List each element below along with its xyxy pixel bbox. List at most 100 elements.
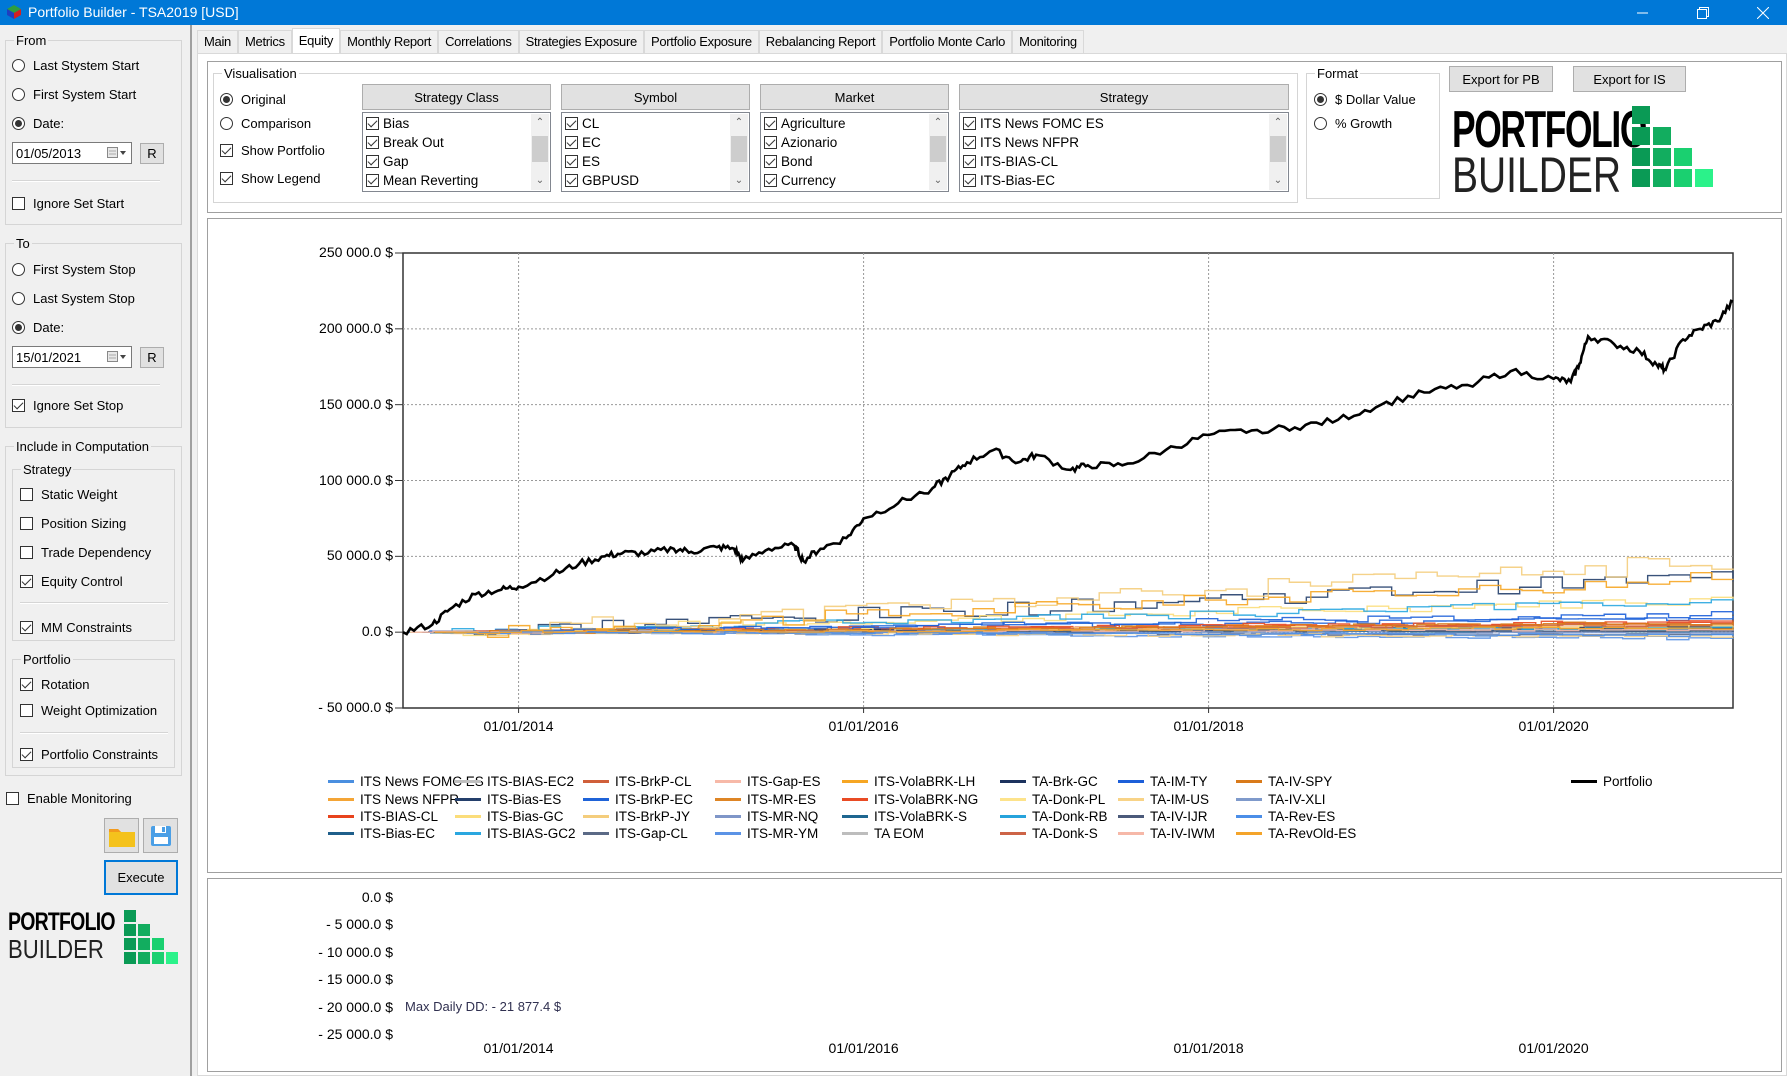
legend-item: TA-Donk-PL xyxy=(1000,792,1105,807)
legend-label: Portfolio xyxy=(1603,774,1653,789)
drawdown-y-tick-label: - 5 000.0 $ xyxy=(326,916,393,933)
drawdown-y-tick-label: - 15 000.0 $ xyxy=(318,971,393,988)
legend-item: ITS-BrkP-EC xyxy=(583,792,693,807)
legend-item: ITS-MR-ES xyxy=(715,792,816,807)
legend-swatch xyxy=(328,798,354,801)
legend-item: TA-IM-TY xyxy=(1118,774,1208,789)
legend-label: TA-IV-SPY xyxy=(1268,774,1333,789)
legend-label: ITS-MR-YM xyxy=(747,826,819,841)
legend-swatch xyxy=(1571,780,1597,783)
drawdown-x-tick-label: 01/01/2014 xyxy=(483,1040,554,1056)
legend-label: TA-Donk-S xyxy=(1032,826,1098,841)
legend-swatch xyxy=(455,780,481,783)
legend-item: ITS News NFPR xyxy=(328,792,459,807)
equity-x-tick-label: 01/01/2016 xyxy=(828,718,899,734)
legend-label: ITS-VolaBRK-S xyxy=(874,809,968,824)
equity-y-tick-label: 150 000.0 $ xyxy=(319,395,393,412)
legend-label: ITS-Gap-ES xyxy=(747,774,821,789)
max-daily-dd-annotation: Max Daily DD: - 21 877.4 $ xyxy=(405,999,562,1014)
equity-x-tick-label: 01/01/2020 xyxy=(1518,718,1589,734)
legend-swatch xyxy=(455,798,481,801)
legend-label: ITS-BrkP-CL xyxy=(615,774,692,789)
legend-label: ITS-BrkP-EC xyxy=(615,792,694,807)
legend-label: ITS-BrkP-JY xyxy=(615,809,691,824)
legend-swatch xyxy=(1000,815,1026,818)
legend-item: ITS-BIAS-CL xyxy=(328,809,438,824)
legend-item: ITS-MR-NQ xyxy=(715,809,818,824)
drawdown-y-tick-label: - 25 000.0 $ xyxy=(318,1026,393,1042)
drawdown-x-tick-label: 01/01/2020 xyxy=(1518,1040,1589,1056)
legend-swatch xyxy=(1000,780,1026,783)
legend-item: ITS-BrkP-CL xyxy=(583,774,692,789)
legend-swatch xyxy=(583,798,609,801)
legend-item: ITS-BIAS-GC2 xyxy=(455,826,576,841)
drawdown-y-tick-label: - 10 000.0 $ xyxy=(318,943,393,960)
legend-swatch xyxy=(715,798,741,801)
equity-y-tick-label: 0.0 $ xyxy=(361,623,393,640)
legend-swatch xyxy=(1236,832,1262,835)
legend-swatch xyxy=(715,832,741,835)
equity-y-tick-label: 100 000.0 $ xyxy=(319,471,393,488)
legend-item: ITS-Gap-CL xyxy=(583,826,688,841)
legend-item: TA-IV-IJR xyxy=(1118,809,1208,824)
legend-swatch xyxy=(1118,780,1144,783)
equity-x-tick-label: 01/01/2018 xyxy=(1173,718,1244,734)
legend-item: ITS-VolaBRK-LH xyxy=(842,774,975,789)
legend-swatch xyxy=(1236,798,1262,801)
equity-y-tick-label: 50 000.0 $ xyxy=(326,547,393,564)
legend-label: ITS-VolaBRK-NG xyxy=(874,792,979,807)
legend-label: ITS-BIAS-CL xyxy=(360,809,439,824)
legend-label: TA-IM-TY xyxy=(1150,774,1208,789)
legend-item: ITS-Bias-GC xyxy=(455,809,564,824)
legend-item: TA-Brk-GC xyxy=(1000,774,1098,789)
legend-swatch xyxy=(1236,815,1262,818)
equity-y-tick-label: 250 000.0 $ xyxy=(319,244,393,260)
legend-item: ITS-BrkP-JY xyxy=(583,809,690,824)
legend-item: TA-Donk-RB xyxy=(1000,809,1108,824)
drawdown-y-tick-label: 0.0 $ xyxy=(361,889,393,905)
legend-swatch xyxy=(1000,832,1026,835)
legend-swatch xyxy=(328,780,354,783)
legend-swatch xyxy=(583,832,609,835)
legend-swatch xyxy=(1236,780,1262,783)
legend-label: TA-Brk-GC xyxy=(1032,774,1098,789)
legend-swatch xyxy=(842,780,868,783)
legend-swatch xyxy=(328,832,354,835)
legend-item: ITS-Gap-ES xyxy=(715,774,821,789)
legend-item: TA-RevOld-ES xyxy=(1236,826,1356,841)
legend-item: ITS-BIAS-EC2 xyxy=(455,774,574,789)
legend-item: TA-Donk-S xyxy=(1000,826,1098,841)
legend-swatch xyxy=(715,815,741,818)
legend-item-portfolio: Portfolio xyxy=(1571,774,1653,789)
legend-swatch xyxy=(583,780,609,783)
drawdown-x-tick-label: 01/01/2018 xyxy=(1173,1040,1244,1056)
legend-item: TA-IV-IWM xyxy=(1118,826,1215,841)
equity-x-tick-label: 01/01/2014 xyxy=(483,718,554,734)
legend-label: ITS News NFPR xyxy=(360,792,460,807)
legend-item: TA-Rev-ES xyxy=(1236,809,1335,824)
legend-swatch xyxy=(1118,815,1144,818)
legend-label: TA-IV-XLI xyxy=(1268,792,1326,807)
legend-swatch xyxy=(842,832,868,835)
legend-item: ITS-MR-YM xyxy=(715,826,818,841)
legend-item: ITS-VolaBRK-S xyxy=(842,809,967,824)
legend-item: TA-IV-XLI xyxy=(1236,792,1326,807)
legend-item: TA EOM xyxy=(842,826,924,841)
legend-label: ITS-VolaBRK-LH xyxy=(874,774,976,789)
legend-label: TA-Rev-ES xyxy=(1268,809,1336,824)
legend-swatch xyxy=(715,780,741,783)
equity-y-tick-label: 200 000.0 $ xyxy=(319,319,393,336)
legend-swatch xyxy=(1000,798,1026,801)
legend-label: TA-IV-IJR xyxy=(1150,809,1208,824)
drawdown-x-tick-label: 01/01/2016 xyxy=(828,1040,899,1056)
equity-y-tick-label: - 50 000.0 $ xyxy=(318,699,393,715)
legend-swatch xyxy=(583,815,609,818)
legend-swatch xyxy=(842,815,868,818)
legend-label: TA-IV-IWM xyxy=(1150,826,1215,841)
legend-swatch xyxy=(1118,832,1144,835)
legend-label: ITS-Bias-GC xyxy=(487,809,564,824)
legend-label: ITS-MR-ES xyxy=(747,792,816,807)
legend-swatch xyxy=(842,798,868,801)
legend-item: ITS-Bias-ES xyxy=(455,792,561,807)
legend-label: ITS-Bias-EC xyxy=(360,826,436,841)
